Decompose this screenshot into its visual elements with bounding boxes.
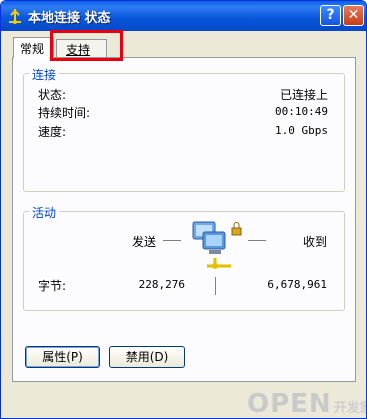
received-dash [248,240,266,241]
help-button[interactable]: ? [320,5,341,26]
close-button[interactable]: ✕ [343,5,364,26]
watermark: OPEN开发家园 [247,389,366,419]
annotation-highlight-box [50,30,123,61]
sent-dash [163,240,181,241]
dialog-window: 本地连接 状态 ? ✕ 常规 支持 连接 状态: 已连接上 持续时间: 00:1… [0,0,367,419]
activity-group-title: 活动 [29,204,60,221]
bytes-divider [215,277,216,295]
speed-value: 1.0 Gbps [275,124,328,137]
bytes-label: 字节: [38,279,67,293]
tab-general[interactable]: 常规 [13,37,54,58]
status-value: 已连接上 [279,88,328,102]
watermark-brand: OPEN [247,389,332,419]
properties-button[interactable]: 属性(P) [25,346,100,368]
properties-button-label: 属性(P) [42,350,83,364]
received-label: 收到 [302,235,327,249]
network-activity-icon [192,221,242,269]
bytes-sent-value: 228,276 [138,278,185,291]
duration-label: 持续时间: [38,106,91,120]
activity-group [23,211,345,311]
sent-label: 发送 [132,235,157,249]
bytes-received-value: 6,678,961 [267,278,327,291]
network-connection-icon [9,9,21,24]
disable-button-label: 禁用(D) [125,350,169,364]
speed-label: 速度: [38,125,67,139]
title-bar[interactable]: 本地连接 状态 ? ✕ [1,1,366,31]
duration-value: 00:10:49 [275,105,328,118]
status-label: 状态: [38,88,67,102]
watermark-site: 开发家园 [333,401,366,416]
window-title: 本地连接 状态 [28,11,111,26]
connection-group-title: 连接 [29,66,60,83]
disable-button[interactable]: 禁用(D) [109,346,185,368]
